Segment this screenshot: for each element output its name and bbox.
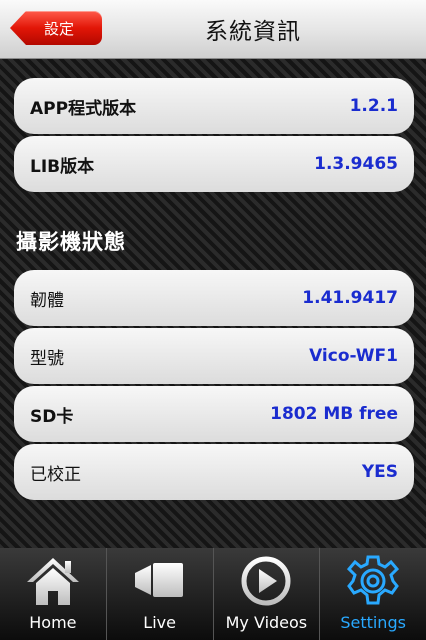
calibrated-row: 已校正 YES [14, 444, 414, 500]
sd-card-label: SD卡 [30, 406, 74, 427]
tab-live-label: Live [143, 613, 176, 632]
tab-home-label: Home [29, 613, 77, 632]
tab-my-videos[interactable]: My Videos [214, 548, 321, 640]
tab-bar: Home Live My Videos Settings [0, 548, 426, 640]
model-row: 型號 Vico-WF1 [14, 328, 414, 384]
lib-version-label: LIB版本 [30, 156, 95, 177]
tab-settings-label: Settings [340, 613, 406, 632]
back-button[interactable]: 設定 [10, 11, 102, 45]
app-version-value: 1.2.1 [349, 96, 398, 116]
page-title: 系統資訊 [205, 19, 301, 45]
model-label: 型號 [30, 348, 64, 369]
camera-status-group: 韌體 1.41.9417 型號 Vico-WF1 SD卡 1802 MB fre… [14, 270, 414, 502]
navigation-bar: 設定 系統資訊 [0, 0, 426, 59]
firmware-value: 1.41.9417 [302, 288, 398, 308]
calibrated-value: YES [361, 462, 398, 482]
sd-card-row: SD卡 1802 MB free [14, 386, 414, 442]
gear-icon [343, 553, 403, 609]
firmware-label: 韌體 [30, 290, 64, 311]
play-icon [236, 553, 296, 609]
model-value: Vico-WF1 [309, 346, 398, 366]
tab-my-videos-label: My Videos [225, 613, 308, 632]
camera-status-header: 攝影機狀態 [16, 230, 126, 254]
sd-card-value: 1802 MB free [270, 404, 398, 424]
app-info-group: APP程式版本 1.2.1 LIB版本 1.3.9465 [14, 78, 414, 194]
video-camera-icon [130, 553, 190, 609]
tab-live[interactable]: Live [107, 548, 214, 640]
app-version-row: APP程式版本 1.2.1 [14, 78, 414, 134]
lib-version-row: LIB版本 1.3.9465 [14, 136, 414, 192]
tab-home[interactable]: Home [0, 548, 107, 640]
tab-settings[interactable]: Settings [320, 548, 426, 640]
firmware-row: 韌體 1.41.9417 [14, 270, 414, 326]
calibrated-label: 已校正 [30, 464, 81, 485]
back-button-label: 設定 [43, 19, 74, 38]
lib-version-value: 1.3.9465 [314, 154, 398, 174]
app-version-label: APP程式版本 [30, 98, 137, 119]
home-icon [23, 553, 83, 609]
